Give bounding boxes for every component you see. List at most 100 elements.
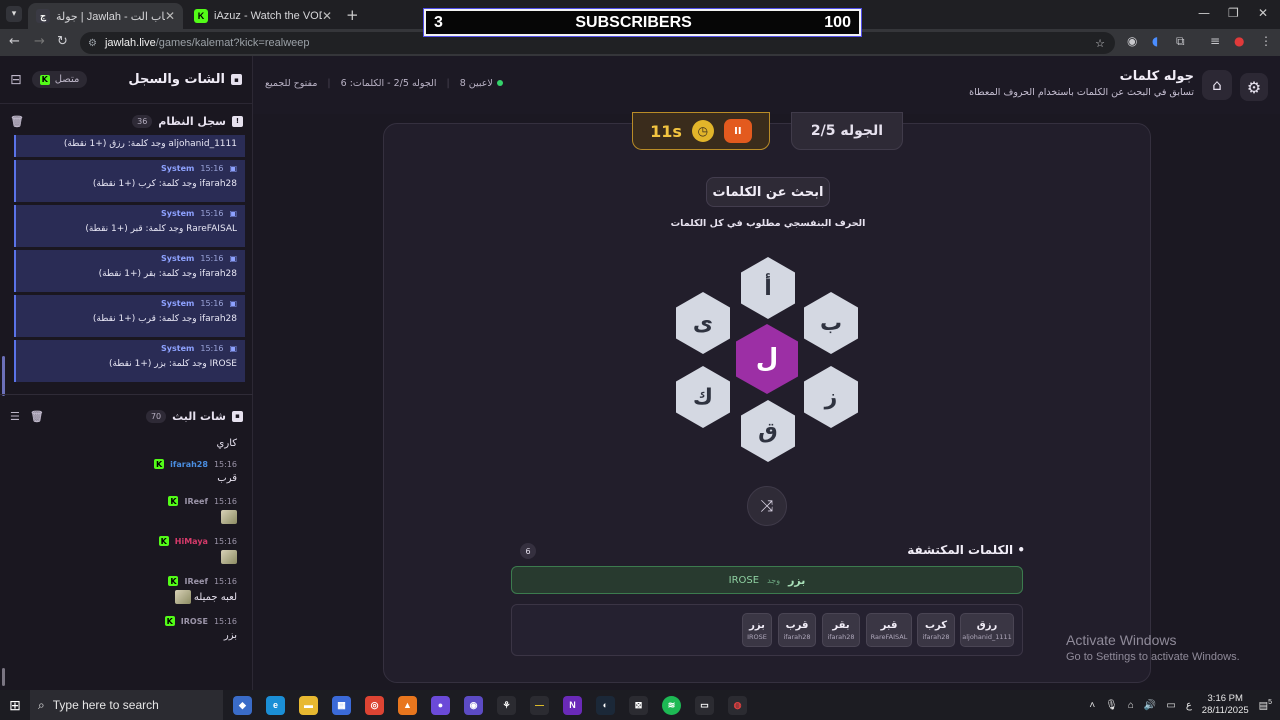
- chat-time: 15:16: [213, 496, 237, 506]
- store-icon[interactable]: ▦: [332, 695, 351, 715]
- chat-time: 15:16: [213, 616, 237, 626]
- extensions-puzzle-icon[interactable]: ⧉: [1176, 34, 1185, 49]
- center-letter-hint: الحرف البنفسجي مطلوب في كل الكلمات: [670, 218, 866, 229]
- room-info: مفتوح للجميع | الجوله 2/5 - الكلمات: 6 |…: [265, 78, 503, 89]
- center-letter-tile[interactable]: ل: [736, 324, 798, 394]
- bookmark-star-icon[interactable]: ☆: [1095, 37, 1105, 50]
- next-app-icon[interactable]: N: [563, 695, 582, 715]
- browser-menu-icon[interactable]: ⋮: [1260, 34, 1272, 48]
- network-icon[interactable]: ⌂: [1128, 700, 1134, 711]
- tab-title: iAzuz - Watch the VOD on Kick: [214, 10, 322, 22]
- letter-tile-top[interactable]: أ: [741, 257, 795, 319]
- system-log-scrollbar[interactable]: [2, 356, 5, 396]
- log-entry: System 15:16 ▣ IROSE وجد كلمة: بزر (+1 نقط…: [14, 340, 245, 382]
- site-info-icon[interactable]: ⚙: [88, 38, 97, 49]
- collapse-sidebar-icon[interactable]: ⊟: [10, 72, 22, 88]
- taskbar-search[interactable]: ⌕ Type here to search: [30, 690, 223, 720]
- trash-icon[interactable]: 🗑: [10, 115, 24, 128]
- app-icon[interactable]: ◍: [728, 695, 747, 715]
- battery-icon[interactable]: ▭: [1166, 700, 1175, 711]
- activate-windows-watermark: Activate Windows Go to Settings to activ…: [1066, 632, 1240, 663]
- steam-icon[interactable]: ◐: [596, 695, 615, 715]
- connection-status: K متصل: [31, 71, 88, 88]
- discord-icon[interactable]: ◉: [464, 695, 483, 715]
- edge-icon[interactable]: e: [266, 695, 285, 715]
- chat-username[interactable]: IReef: [184, 577, 207, 586]
- vlc-icon[interactable]: ▲: [398, 695, 417, 715]
- extension-icon[interactable]: ◉: [1127, 34, 1137, 48]
- letter-tile-top-left[interactable]: ى: [676, 292, 730, 354]
- chat-username[interactable]: IROSE: [181, 617, 208, 626]
- letter-tile-bottom-left[interactable]: ك: [676, 366, 730, 428]
- overlay-label: SUBSCRIBERS: [575, 13, 692, 31]
- new-tab-button[interactable]: +: [346, 6, 359, 24]
- back-arrow-icon[interactable]: ←: [9, 34, 20, 49]
- spotify-icon[interactable]: ≋: [662, 695, 681, 715]
- letter-tile-top-right[interactable]: ب: [804, 292, 858, 354]
- taskbar-clock[interactable]: 3:16 PM 28/11/2025: [1202, 693, 1249, 717]
- word-chip: كرب ifarah28: [917, 613, 955, 647]
- stream-chat-title: شات البث: [172, 409, 226, 423]
- letter-tile-bottom-right[interactable]: ز: [804, 366, 858, 428]
- gear-icon: ⚙: [1246, 77, 1262, 97]
- close-tab-icon[interactable]: ✕: [322, 9, 332, 23]
- kick-logo-icon: K: [158, 536, 169, 546]
- chat-username[interactable]: IReef: [184, 497, 207, 506]
- chat-message: K IROSE 15:16 بزر: [0, 616, 253, 641]
- app-icon[interactable]: —: [530, 695, 549, 715]
- word-chip: قرب ifarah28: [778, 613, 816, 647]
- chrome-icon[interactable]: ◎: [365, 695, 384, 715]
- word-chip-user: ifarah28: [783, 632, 811, 641]
- search-placeholder: Type here to search: [52, 698, 159, 712]
- notification-icon[interactable]: ▤5: [1259, 699, 1272, 711]
- found-words-title: • الكلمات المكتشفة: [907, 543, 1025, 557]
- game-header: مفتوح للجميع | الجوله 2/5 - الكلمات: 6 |…: [253, 56, 1280, 114]
- pause-button[interactable]: II: [723, 119, 752, 143]
- app-icon[interactable]: ●: [431, 695, 450, 715]
- settings-button[interactable]: ⚙: [1240, 73, 1268, 101]
- forward-arrow-icon[interactable]: →: [34, 34, 45, 49]
- chat-text: كاري: [216, 438, 237, 449]
- language-indicator[interactable]: ع: [1186, 700, 1192, 711]
- chat-username[interactable]: ifarah28: [170, 460, 208, 469]
- chat-text: بزر: [223, 630, 237, 641]
- extension-icon[interactable]: ◖: [1152, 34, 1158, 48]
- app-icon[interactable]: ⚘: [497, 695, 516, 715]
- shuffle-button[interactable]: ⤨: [747, 486, 787, 526]
- chat-scrollbar[interactable]: [2, 668, 5, 686]
- browser-tab-kick[interactable]: K iAzuz - Watch the VOD on Kick ✕: [186, 3, 340, 29]
- filter-icon[interactable]: ☰: [10, 410, 20, 423]
- media-control-icon[interactable]: ≡: [1210, 34, 1220, 48]
- copilot-icon[interactable]: ◆: [233, 695, 252, 715]
- chat-message: K IReef 15:16 لعبه جميله: [0, 576, 253, 604]
- room-mode: مفتوح للجميع: [265, 78, 318, 89]
- start-button[interactable]: ⊞: [0, 697, 30, 714]
- app-icon[interactable]: ▭: [695, 695, 714, 715]
- last-found-verb: وجد: [767, 575, 781, 585]
- maximize-button[interactable]: ❐: [1228, 6, 1239, 20]
- close-tab-icon[interactable]: ✕: [165, 9, 175, 23]
- log-message: IROSE وجد كلمة: بزر (+1 نقطة): [108, 359, 237, 369]
- url-host: jawlah.live: [104, 37, 156, 49]
- close-window-button[interactable]: ✕: [1258, 6, 1268, 20]
- chevron-up-icon[interactable]: ˄: [1089, 700, 1095, 711]
- find-words-button[interactable]: ابحث عن الكلمات: [706, 177, 830, 207]
- letter-tile-bottom[interactable]: ق: [741, 400, 795, 462]
- word-chip: قبر RareFAISAL: [866, 613, 912, 647]
- reload-icon[interactable]: ↻: [57, 34, 68, 49]
- browser-tab-jawlah[interactable]: ج جولة | Jawlah - منصة الألعاب الت... ✕: [28, 3, 183, 29]
- microphone-icon[interactable]: 🎙: [1105, 700, 1118, 711]
- profile-avatar-icon[interactable]: ●: [1234, 34, 1244, 48]
- tab-search-icon[interactable]: ▾: [6, 6, 22, 22]
- word-chip-word: بزر: [749, 619, 765, 631]
- log-time: 15:16: [200, 209, 224, 218]
- xbox-icon[interactable]: ⊠: [629, 695, 648, 715]
- file-explorer-icon[interactable]: ▬: [299, 695, 318, 715]
- found-words-count: 6: [520, 543, 536, 559]
- volume-icon[interactable]: 🔊: [1144, 700, 1156, 711]
- chat-bubble-icon: ▪: [232, 410, 243, 422]
- home-button[interactable]: ⌂: [1202, 70, 1232, 100]
- chat-username[interactable]: HiMaya: [175, 537, 208, 546]
- trash-icon[interactable]: 🗑: [30, 410, 44, 423]
- minimize-button[interactable]: —: [1198, 6, 1210, 20]
